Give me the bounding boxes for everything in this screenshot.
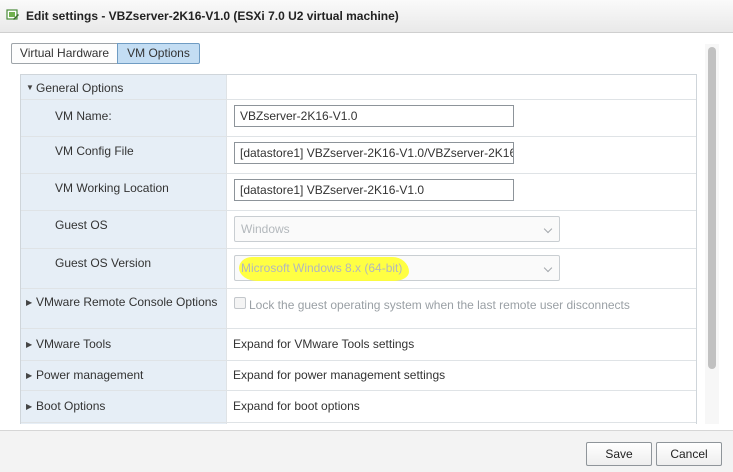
vm-config-file-row: VM Config File [datastore1] VBZserver-2K…	[21, 137, 696, 174]
vmware-tools-label: VMware Tools	[36, 337, 112, 351]
caret-right-icon: ▶	[26, 340, 33, 349]
vm-name-input[interactable]: VBZserver-2K16-V1.0	[234, 105, 514, 127]
vm-name-label: VM Name:	[55, 109, 112, 123]
caret-right-icon: ▶	[26, 402, 33, 411]
tab-virtual-hardware[interactable]: Virtual Hardware	[11, 43, 118, 64]
vm-working-location-label: VM Working Location	[55, 181, 169, 195]
guest-os-select[interactable]: Windows	[234, 216, 560, 242]
power-management-label: Power management	[36, 368, 144, 382]
guest-os-label: Guest OS	[55, 218, 108, 232]
general-options-row[interactable]: ▼ General Options	[21, 75, 696, 100]
boot-options-label: Boot Options	[36, 399, 106, 413]
guest-os-row: Guest OS Windows	[21, 211, 696, 249]
guest-os-version-label: Guest OS Version	[55, 256, 152, 270]
vmware-tools-expand-text: Expand for VMware Tools settings	[233, 337, 415, 351]
lock-guest-os-label: Lock the guest operating system when the…	[249, 298, 630, 312]
vm-config-file-field[interactable]: [datastore1] VBZserver-2K16-V1.0/VBZserv…	[234, 142, 514, 164]
tab-vm-options[interactable]: VM Options	[117, 43, 200, 64]
vm-options-panel: ▼ General Options VM Name: VBZserver-2K1…	[20, 74, 697, 424]
guest-os-version-select[interactable]: Microsoft Windows 8.x (64-bit)	[234, 255, 560, 281]
vm-working-location-row: VM Working Location [datastore1] VBZserv…	[21, 174, 696, 211]
guest-os-value: Windows	[241, 222, 290, 236]
lock-guest-os-checkbox[interactable]	[234, 297, 246, 309]
boot-options-row[interactable]: ▶ Boot Options Expand for boot options	[21, 391, 696, 423]
caret-right-icon: ▶	[26, 371, 33, 380]
caret-down-icon: ▼	[26, 83, 34, 92]
cancel-button[interactable]: Cancel	[656, 442, 722, 466]
remote-console-label: VMware Remote Console Options	[36, 295, 218, 309]
next-row-partial	[21, 423, 696, 424]
boot-options-expand-text: Expand for boot options	[233, 399, 360, 413]
save-button[interactable]: Save	[586, 442, 652, 466]
vm-name-row: VM Name: VBZserver-2K16-V1.0	[21, 100, 696, 137]
vmware-tools-row[interactable]: ▶ VMware Tools Expand for VMware Tools s…	[21, 329, 696, 361]
window-title: Edit settings - VBZserver-2K16-V1.0 (ESX…	[26, 9, 399, 23]
vm-edit-icon	[6, 9, 19, 20]
power-management-row[interactable]: ▶ Power management Expand for power mana…	[21, 361, 696, 391]
chevron-down-icon	[543, 224, 553, 234]
scrollbar-thumb[interactable]	[708, 47, 716, 369]
guest-os-version-value: Microsoft Windows 8.x (64-bit)	[241, 261, 403, 275]
vm-config-file-label: VM Config File	[55, 144, 134, 158]
window-titlebar: Edit settings - VBZserver-2K16-V1.0 (ESX…	[0, 0, 733, 33]
guest-os-version-row: Guest OS Version Microsoft Windows 8.x (…	[21, 249, 696, 289]
remote-console-row[interactable]: ▶ VMware Remote Console Options Lock the…	[21, 289, 696, 329]
vertical-scrollbar[interactable]	[705, 44, 719, 424]
dialog-footer: Save Cancel	[0, 430, 733, 472]
vm-working-location-field[interactable]: [datastore1] VBZserver-2K16-V1.0	[234, 179, 514, 201]
power-management-expand-text: Expand for power management settings	[233, 368, 446, 382]
chevron-down-icon	[543, 263, 553, 273]
general-options-label: General Options	[36, 81, 124, 95]
caret-right-icon: ▶	[26, 298, 33, 307]
